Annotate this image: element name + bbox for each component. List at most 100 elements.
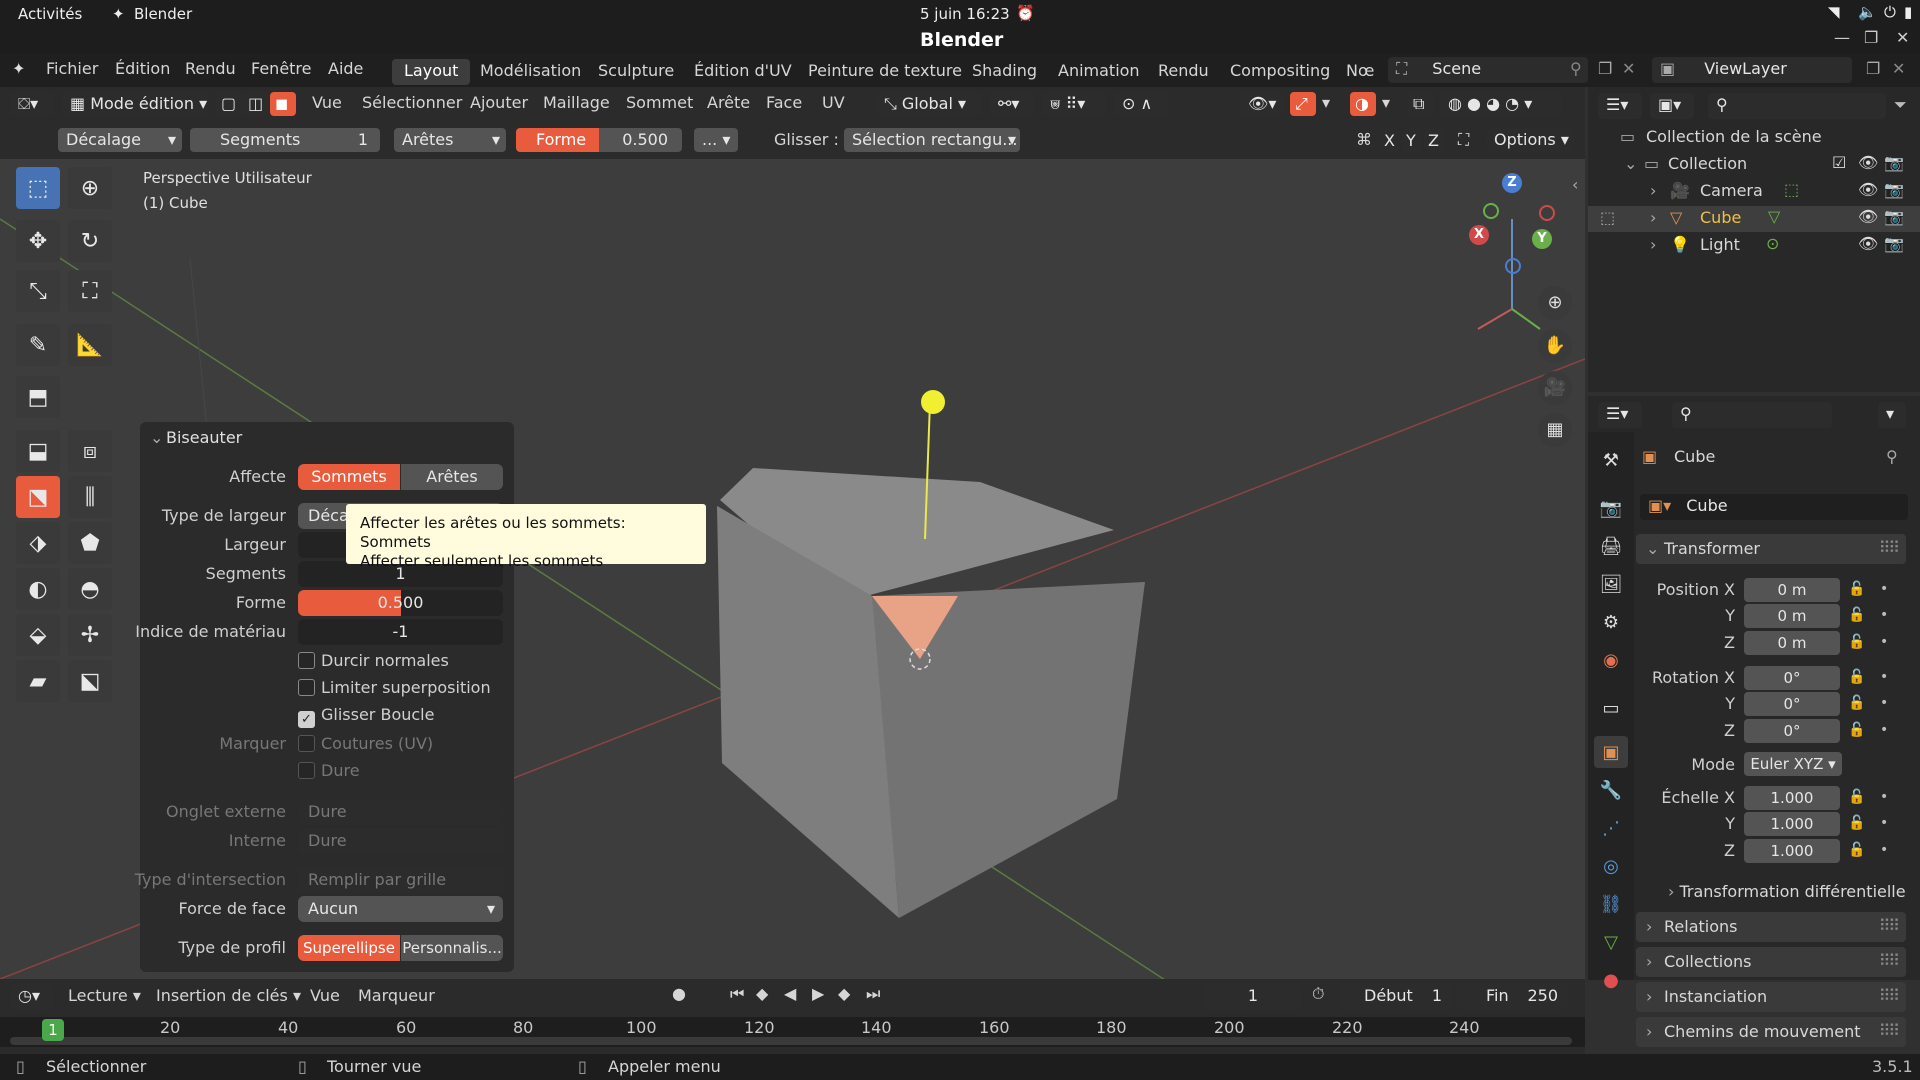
minimize-icon[interactable]: — (1834, 28, 1850, 47)
menu-mesh[interactable]: Maillage (543, 93, 610, 112)
render-tab-icon[interactable]: 📷 (1594, 492, 1628, 524)
harden-normals-checkbox[interactable]: Durcir normales (298, 651, 449, 670)
visibility-icon[interactable]: 👁▾ (1240, 92, 1284, 116)
tab-shading[interactable]: Shading (960, 59, 1049, 85)
pin-icon[interactable]: ⚲ (1886, 447, 1898, 466)
menu-render[interactable]: Rendu (185, 59, 236, 78)
scene-tab-icon[interactable]: ⚙ (1594, 606, 1628, 638)
mark-seams-checkbox[interactable]: Coutures (UV) (298, 734, 433, 753)
start-frame-field[interactable]: Début 1 (1340, 984, 1452, 1010)
tab-uv-editing[interactable]: Édition d'UV (682, 59, 804, 85)
location-x-field[interactable]: 0 m (1744, 578, 1840, 602)
panel-collapse-icon[interactable]: ⌄ (150, 428, 163, 447)
mirror-icon[interactable]: ⌘ (1356, 130, 1372, 149)
eye-icon[interactable]: 👁 (1858, 207, 1878, 226)
close-icon[interactable]: ✕ (1896, 28, 1909, 47)
gizmo-neg-x[interactable] (1539, 205, 1555, 221)
affect-edges-option[interactable]: Arêtes (401, 464, 503, 490)
keyframe-dot-icon[interactable]: • (1880, 669, 1888, 685)
tool-tab-icon[interactable]: ⚒ (1594, 444, 1628, 476)
gizmo-neg-y[interactable] (1483, 203, 1499, 219)
outliner-row-light[interactable]: › 💡 Light ⊙ 👁 📷 (1588, 233, 1920, 259)
vertex-select-icon[interactable]: ▢ (216, 92, 242, 116)
modifier-tab-icon[interactable]: 🔧 (1594, 774, 1628, 806)
view-layer-tab-icon[interactable]: 🖼 (1594, 568, 1628, 600)
affect-vertices-option[interactable]: Sommets (298, 464, 400, 490)
lock-icon[interactable]: 🔓 (1848, 607, 1865, 623)
drag-handle-icon[interactable]: ⠿⠿ (1879, 1021, 1900, 1040)
proportional-edit-icon[interactable]: ⊙ ∧ (1114, 92, 1168, 116)
mesh-data-icon[interactable]: ▽ (1768, 207, 1780, 226)
measure-tool-icon[interactable]: 📐 (68, 324, 112, 366)
auto-merge-icon[interactable]: ⛶ (1458, 130, 1469, 150)
render-camera-icon[interactable]: 📷 (1884, 207, 1904, 226)
clock-icon[interactable]: ⏱ (1312, 984, 1324, 1004)
bevel-tool-icon[interactable]: ⬔ (16, 476, 60, 518)
extrude-tool-icon[interactable]: ⬓ (16, 430, 60, 472)
pan-hand-icon[interactable]: ✋ (1538, 329, 1572, 363)
object-tab-icon[interactable]: ▣ (1594, 736, 1628, 768)
offset-type-dropdown[interactable]: Décalage ▾ (58, 128, 182, 152)
output-tab-icon[interactable]: 🖨 (1594, 530, 1628, 562)
mesh-data-tab-icon[interactable]: ▽ (1594, 926, 1628, 958)
keyframe-dot-icon[interactable]: • (1880, 695, 1888, 711)
rotation-z-field[interactable]: 0° (1744, 719, 1840, 743)
jump-end-icon[interactable]: ⏭ (866, 984, 880, 1004)
clock[interactable]: 5 juin 16:23 (920, 5, 1010, 23)
menu-edge[interactable]: Arête (707, 93, 750, 112)
gizmo-dropdown-icon[interactable]: ▾ (1322, 93, 1330, 112)
outliner-row-camera[interactable]: › 🎥 Camera ⬚ 👁 📷 (1588, 179, 1920, 205)
location-y-field[interactable]: 0 m (1744, 604, 1840, 628)
selection-mode-dropdown[interactable]: Sélection rectangu... ▾ (844, 128, 1020, 152)
render-camera-icon[interactable]: 📷 (1884, 234, 1904, 253)
motion-paths-section-header[interactable]: › Chemins de mouvement ⠿⠿ (1636, 1017, 1906, 1047)
rotation-mode-dropdown[interactable]: Euler XYZ ▾ (1744, 752, 1842, 776)
gizmo-x-axis[interactable]: X (1469, 225, 1489, 245)
expand-icon[interactable]: › (1650, 208, 1656, 227)
tab-compositing[interactable]: Compositing (1218, 59, 1342, 85)
new-scene-icon[interactable]: ❐ (1598, 59, 1612, 78)
tab-nodes[interactable]: Nœ (1334, 59, 1386, 85)
mirror-z-toggle[interactable]: Z (1424, 129, 1444, 153)
edge-select-icon[interactable]: ◫ (243, 92, 269, 116)
object-name-field[interactable]: ▣▾ Cube (1640, 494, 1908, 520)
blender-logo-icon[interactable]: ✦ (12, 59, 25, 78)
tab-rendering[interactable]: Rendu (1146, 59, 1221, 85)
lock-icon[interactable]: 🔓 (1848, 669, 1865, 685)
expand-icon[interactable]: › (1650, 235, 1656, 254)
tab-modeling[interactable]: Modélisation (468, 59, 593, 85)
menu-face[interactable]: Face (766, 93, 802, 112)
eye-icon[interactable]: 👁 (1858, 153, 1878, 172)
world-tab-icon[interactable]: ◉ (1594, 644, 1628, 676)
lock-icon[interactable]: 🔓 (1848, 634, 1865, 650)
properties-options-icon[interactable]: ▾ (1878, 402, 1906, 428)
delta-transform-subpanel[interactable]: › Transformation différentielle (1668, 882, 1906, 901)
power-icon[interactable]: ⏻ (1884, 3, 1896, 21)
properties-search-input[interactable]: ⚲ (1672, 402, 1832, 428)
location-z-field[interactable]: 0 m (1744, 631, 1840, 655)
lock-icon[interactable]: 🔓 (1848, 842, 1865, 858)
timeline-view-menu[interactable]: Vue (310, 986, 340, 1005)
play-reverse-icon[interactable]: ◀ (784, 984, 796, 1003)
camera-view-icon[interactable]: 🎥 (1538, 371, 1572, 405)
app-menu[interactable]: Blender (134, 5, 192, 23)
lock-icon[interactable]: 🔓 (1848, 695, 1865, 711)
shape-slider[interactable]: 0.500 (298, 590, 503, 616)
add-cube-tool-icon[interactable]: ⬒ (16, 376, 60, 418)
transform-tool-icon[interactable]: ⛶ (68, 270, 112, 312)
cursor-tool-icon[interactable]: ⊕ (68, 167, 112, 209)
tab-texture-paint[interactable]: Peinture de texture (796, 59, 974, 85)
scale-z-field[interactable]: 1.000 (1744, 839, 1840, 863)
face-select-icon[interactable]: ◼ (270, 92, 296, 116)
eye-icon[interactable]: 👁 (1858, 234, 1878, 253)
gizmo-y-axis[interactable]: Y (1532, 229, 1552, 249)
keying-menu[interactable]: Insertion de clés ▾ (156, 986, 301, 1005)
instancing-section-header[interactable]: › Instanciation ⠿⠿ (1636, 982, 1906, 1012)
display-mode-icon[interactable]: ▣▾ (1650, 93, 1694, 119)
jump-start-icon[interactable]: ⏮ (730, 984, 744, 1004)
filter-icon[interactable]: ⏷ (1894, 95, 1907, 115)
end-frame-field[interactable]: Fin 250 (1456, 984, 1568, 1010)
collections-section-header[interactable]: › Collections ⠿⠿ (1636, 947, 1906, 977)
mode-selector[interactable]: ▦ Mode édition ▾ (62, 92, 208, 116)
maximize-icon[interactable]: ❐ (1864, 28, 1878, 47)
